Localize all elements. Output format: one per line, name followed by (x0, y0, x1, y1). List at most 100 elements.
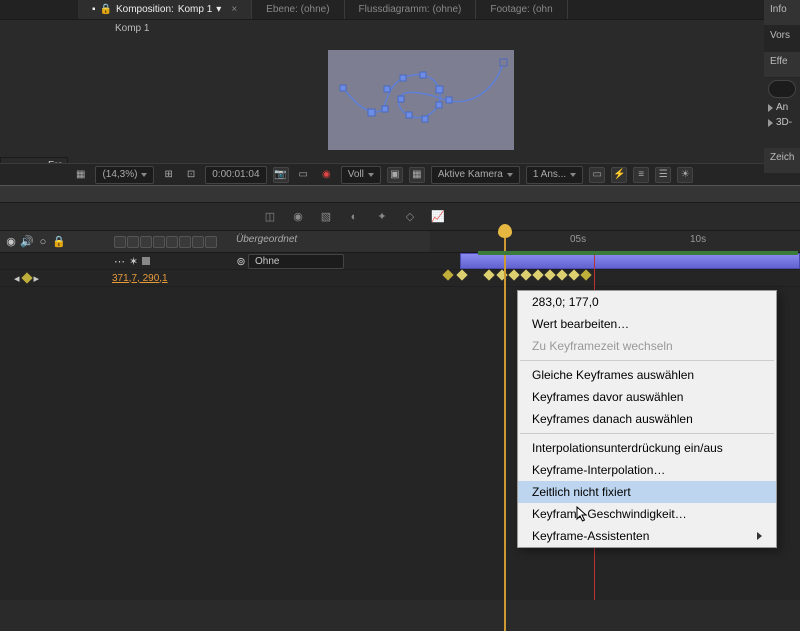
menu-toggle-hold[interactable]: Interpolationsunterdrückung ein/aus (518, 437, 776, 459)
viewer-controls: ▦ (14,3%) ⊞ ⊡ 0:00:01:04 📷 ▭ ◉ Voll ▣ ▦ … (0, 163, 800, 185)
keyframe-context-menu: 283,0; 177,0 Wert bearbeiten… Zu Keyfram… (517, 290, 777, 548)
menu-label: Keyframe-Assistenten (532, 529, 649, 543)
graph-editor-icon[interactable]: 📈 (428, 207, 448, 227)
menu-select-previous-keyframes[interactable]: Keyframes davor auswählen (518, 386, 776, 408)
fast-preview-icon[interactable]: ⚡ (611, 167, 627, 183)
prev-keyframe-icon[interactable]: ◂ (14, 272, 20, 285)
parent-dropdown[interactable]: Ohne (248, 254, 344, 269)
panel-preview[interactable]: Vors (764, 26, 800, 52)
composition-viewport[interactable] (328, 50, 514, 150)
draft3d-icon[interactable]: ◉ (288, 207, 308, 227)
solo-icon[interactable]: ○ (36, 235, 50, 249)
position-value[interactable]: 371,7, 290,1 (112, 273, 168, 284)
keyframe-diamond[interactable] (544, 269, 555, 280)
menu-keyframe-assistant[interactable]: Keyframe-Assistenten (518, 525, 776, 547)
property-row[interactable]: ◂ ▸ 371,7, 290,1 (0, 270, 800, 287)
shy-icon[interactable] (114, 236, 126, 248)
timecode-display[interactable]: 0:00:01:04 (205, 166, 266, 184)
time-ruler[interactable]: 05s 10s (430, 231, 800, 252)
keyframe-nav-icon[interactable] (21, 272, 32, 283)
keyframe-diamond[interactable] (532, 269, 543, 280)
next-keyframe-icon[interactable]: ▸ (34, 272, 40, 285)
pixel-aspect-icon[interactable]: ▭ (589, 167, 605, 183)
panel-character[interactable]: Zeich (764, 148, 800, 174)
menu-edit-value[interactable]: Wert bearbeiten… (518, 313, 776, 335)
work-area-bar[interactable] (478, 251, 798, 255)
tab-label: Flussdiagramm: (ohne) (359, 4, 462, 15)
timeline-icon[interactable]: ≡ (633, 167, 649, 183)
timeline-toolbar: ◫ ◉ ▧ ◐ ✦ ◇ 📈 (0, 203, 800, 231)
time-marker-10s: 10s (690, 234, 706, 245)
exposure-icon[interactable]: ☀ (677, 167, 693, 183)
fx-icon[interactable] (153, 236, 165, 248)
keyframe-diamond[interactable] (580, 269, 591, 280)
show-snapshot-icon[interactable]: ▭ (295, 166, 312, 184)
3d-icon[interactable] (205, 236, 217, 248)
keyframe-diamond[interactable] (442, 269, 453, 280)
moblur-icon[interactable] (179, 236, 191, 248)
quality-switch[interactable] (142, 257, 150, 265)
guides-icon[interactable]: ⊡ (183, 166, 199, 184)
quality-icon[interactable] (140, 236, 152, 248)
keyframe-diamond[interactable] (456, 269, 467, 280)
pickwhip-icon[interactable]: ⊚ (234, 254, 248, 268)
roi-icon[interactable]: ▣ (387, 167, 403, 183)
menu-select-following-keyframes[interactable]: Keyframes danach auswählen (518, 408, 776, 430)
auto-keyframe-icon[interactable]: ◇ (400, 207, 420, 227)
resolution-dropdown[interactable]: Voll (341, 166, 381, 184)
panel-divider[interactable] (0, 185, 800, 203)
tab-footage[interactable]: Footage: (ohn (476, 0, 567, 19)
panel-effects[interactable]: Effe (764, 52, 800, 78)
layer-row[interactable]: ⋯ ✶ ⊚ Ohne (0, 253, 800, 270)
timecode-value: 0:00:01:04 (212, 169, 259, 180)
keyframe-diamond[interactable] (520, 269, 531, 280)
keyframe-diamond[interactable] (508, 269, 519, 280)
audio-icon[interactable]: 🔊 (20, 235, 34, 249)
dropdown-caret-icon[interactable]: ▾ (216, 4, 221, 15)
comp-flow-icon[interactable]: ☰ (655, 167, 671, 183)
resolution-value: Voll (348, 169, 364, 180)
frameblend-icon[interactable] (166, 236, 178, 248)
views-dropdown[interactable]: 1 Ans... (526, 166, 583, 184)
collapse-icon[interactable] (127, 236, 139, 248)
transparency-grid-icon[interactable]: ▦ (409, 167, 425, 183)
shy-switch[interactable]: ⋯ (114, 255, 125, 268)
grid-icon[interactable]: ⊞ (160, 166, 176, 184)
panel-info[interactable]: Info (764, 0, 800, 26)
disclosure-icon[interactable] (768, 104, 773, 112)
toggle-alpha-icon[interactable]: ▦ (72, 166, 89, 184)
keyframe-track[interactable] (430, 270, 800, 286)
tab-layer[interactable]: Ebene: (ohne) (252, 0, 344, 19)
collapse-switch[interactable]: ✶ (129, 255, 138, 268)
lock-icon[interactable]: 🔒 (100, 4, 112, 15)
current-time-indicator[interactable] (504, 231, 506, 631)
menu-select-same-keyframes[interactable]: Gleiche Keyframes auswählen (518, 364, 776, 386)
brainstorm-icon[interactable]: ✦ (372, 207, 392, 227)
menu-rove-across-time[interactable]: Zeitlich nicht fixiert (518, 481, 776, 503)
menu-keyframe-interpolation[interactable]: Keyframe-Interpolation… (518, 459, 776, 481)
adjust-icon[interactable] (192, 236, 204, 248)
frame-blend-icon[interactable]: ▧ (316, 207, 336, 227)
tab-composition[interactable]: ▪ 🔒 Komposition: Komp 1 ▾ × (78, 0, 252, 19)
effects-search-input[interactable] (768, 80, 796, 98)
close-icon[interactable]: × (231, 4, 237, 15)
disclosure-icon[interactable] (768, 119, 773, 127)
channel-icon[interactable]: ◉ (318, 166, 335, 184)
keyframe-diamond[interactable] (556, 269, 567, 280)
time-marker-05s: 05s (570, 234, 586, 245)
zoom-dropdown[interactable]: (14,3%) (95, 166, 154, 184)
menu-keyframe-velocity[interactable]: Keyframe-Geschwindigkeit… (518, 503, 776, 525)
keyframe-diamond[interactable] (568, 269, 579, 280)
keyframe-diamond[interactable] (483, 269, 494, 280)
comp-mini-flow-icon[interactable]: ◫ (260, 207, 280, 227)
breadcrumb[interactable]: Komp 1 (115, 23, 149, 34)
lock-column-icon[interactable]: 🔒 (52, 235, 66, 249)
composition-viewer-panel: ▪ 🔒 Komposition: Komp 1 ▾ × Ebene: (ohne… (0, 0, 800, 185)
layer-duration-bar[interactable] (460, 253, 800, 269)
camera-dropdown[interactable]: Aktive Kamera (431, 166, 520, 184)
snapshot-icon[interactable]: 📷 (273, 167, 289, 183)
cti-head-icon[interactable] (498, 224, 512, 238)
video-eye-icon[interactable]: ◉ (4, 235, 18, 249)
motion-blur-icon[interactable]: ◐ (344, 207, 364, 227)
tab-flowchart[interactable]: Flussdiagramm: (ohne) (345, 0, 477, 19)
